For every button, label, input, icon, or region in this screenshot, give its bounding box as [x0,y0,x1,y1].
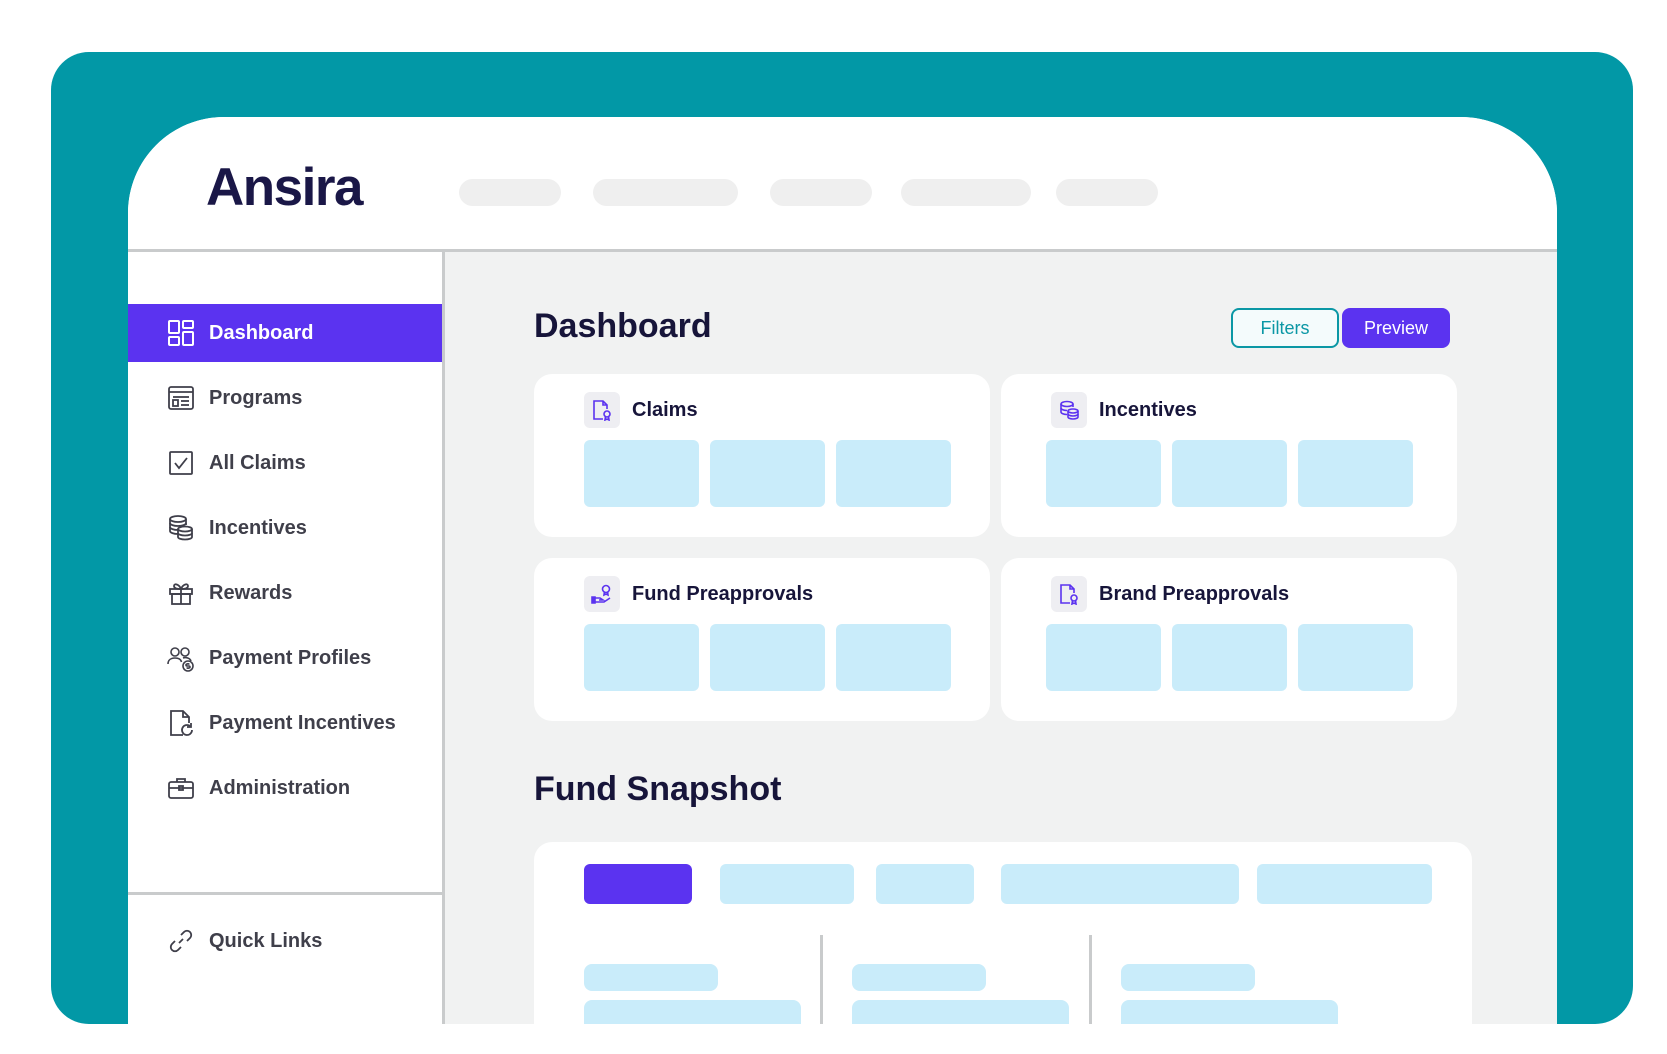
metric-tile[interactable] [584,624,699,691]
snapshot-tab[interactable] [876,864,974,904]
card-header: Claims [584,392,698,428]
users-dollar-icon [166,643,196,673]
checkbox-icon [166,448,196,478]
snapshot-value-placeholder [1121,1000,1338,1024]
nav-placeholder-3[interactable] [770,179,872,206]
coins-stack-icon [166,513,196,543]
programs-window-icon [166,383,196,413]
metric-tile[interactable] [710,624,825,691]
quick-links-label: Quick Links [209,929,323,952]
nav-placeholder-2[interactable] [593,179,738,206]
app-window: Ansira Dashboard Programs All Claims Inc… [128,117,1557,1024]
brand-preapprovals-card[interactable]: Brand Preapprovals [1001,558,1457,721]
metric-tile[interactable] [836,440,951,507]
nav-placeholder-4[interactable] [901,179,1031,206]
top-navigation-bar: Ansira [128,117,1557,252]
card-title: Fund Preapprovals [632,582,814,605]
metric-tile[interactable] [710,440,825,507]
snapshot-label-placeholder [584,964,718,991]
nav-placeholder-5[interactable] [1056,179,1158,206]
sidebar-item-label: Incentives [209,516,307,539]
sidebar-item-dashboard[interactable]: Dashboard [128,304,442,362]
page-title: Dashboard [534,307,712,345]
fund-snapshot-panel [534,842,1472,1024]
metric-tile[interactable] [1172,440,1287,507]
document-badge-icon [1051,576,1087,612]
sidebar-item-programs[interactable]: Programs [128,369,442,427]
briefcase-icon [166,773,196,803]
filters-button[interactable]: Filters [1231,308,1339,348]
snapshot-label-placeholder [1121,964,1255,991]
sidebar-item-incentives[interactable]: Incentives [128,499,442,557]
sidebar-item-rewards[interactable]: Rewards [128,564,442,622]
metric-tile[interactable] [1298,624,1413,691]
sidebar-item-label: Programs [209,386,303,409]
preview-button[interactable]: Preview [1342,308,1450,348]
sidebar-item-label: Payment Profiles [209,646,372,669]
nav-placeholder-1[interactable] [459,179,561,206]
fund-preapprovals-card[interactable]: Fund Preapprovals [534,558,990,721]
sidebar-item-administration[interactable]: Administration [128,759,442,817]
snapshot-label-placeholder [852,964,986,991]
card-header: Incentives [1051,392,1197,428]
sidebar-item-label: Administration [209,776,351,799]
gift-icon [166,578,196,608]
sidebar-item-payment-profiles[interactable]: Payment Profiles [128,629,442,687]
sidebar-item-all-claims[interactable]: All Claims [128,434,442,492]
sidebar-divider [128,892,442,895]
ansira-logo[interactable]: Ansira [206,157,363,218]
fund-snapshot-title: Fund Snapshot [534,770,782,808]
card-header: Brand Preapprovals [1051,576,1289,612]
card-header: Fund Preapprovals [584,576,813,612]
sidebar-item-label: Dashboard [209,321,314,344]
metric-tile[interactable] [584,440,699,507]
snapshot-tab-active[interactable] [584,864,692,904]
link-icon [166,926,196,956]
card-title: Brand Preapprovals [1099,582,1290,605]
metric-tile[interactable] [1298,440,1413,507]
sidebar-item-label: Rewards [209,581,293,604]
document-refresh-icon [166,708,196,738]
metric-tile[interactable] [1172,624,1287,691]
snapshot-tab[interactable] [1257,864,1432,904]
metric-tile[interactable] [1046,624,1161,691]
incentives-card[interactable]: Incentives [1001,374,1457,537]
card-title: Incentives [1099,398,1197,421]
sidebar-item-label: All Claims [209,451,306,474]
column-divider [1089,935,1092,1024]
card-title: Claims [632,398,698,421]
dashboard-grid-icon [166,318,196,348]
metric-tile[interactable] [1046,440,1161,507]
hand-approval-icon [584,576,620,612]
sidebar-item-label: Payment Incentives [209,711,396,734]
sidebar-item-quick-links[interactable]: Quick Links [128,912,442,970]
snapshot-value-placeholder [584,1000,801,1024]
claim-document-icon [584,392,620,428]
column-divider [820,935,823,1024]
coins-icon [1051,392,1087,428]
snapshot-tab[interactable] [1001,864,1239,904]
metric-tile[interactable] [836,624,951,691]
main-content: Dashboard Filters Preview Claims Incenti… [445,252,1557,1024]
snapshot-value-placeholder [852,1000,1069,1024]
sidebar-item-payment-incentives[interactable]: Payment Incentives [128,694,442,752]
claims-card[interactable]: Claims [534,374,990,537]
sidebar: Dashboard Programs All Claims Incentives… [128,252,445,1024]
snapshot-tab[interactable] [720,864,854,904]
